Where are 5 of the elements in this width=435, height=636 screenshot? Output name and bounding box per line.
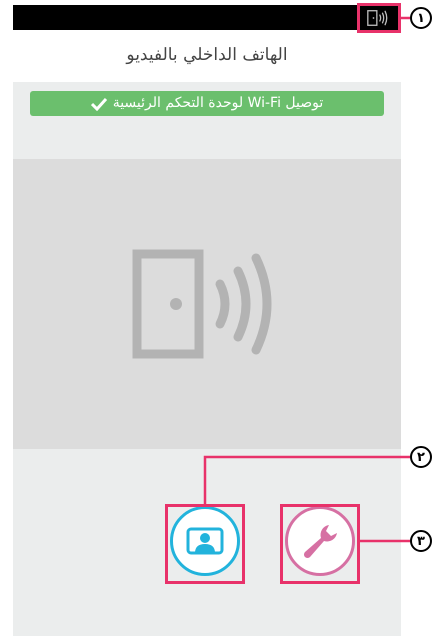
callout-number: ١: [410, 7, 432, 29]
screen-title: الهاتف الداخلي بالفيديو: [126, 44, 288, 68]
banner-text: توصيل Wi-Fi لوحدة التحكم الرئيسية: [112, 94, 324, 113]
callout-number: ٢: [410, 446, 432, 468]
callout-number: ٣: [410, 530, 432, 552]
